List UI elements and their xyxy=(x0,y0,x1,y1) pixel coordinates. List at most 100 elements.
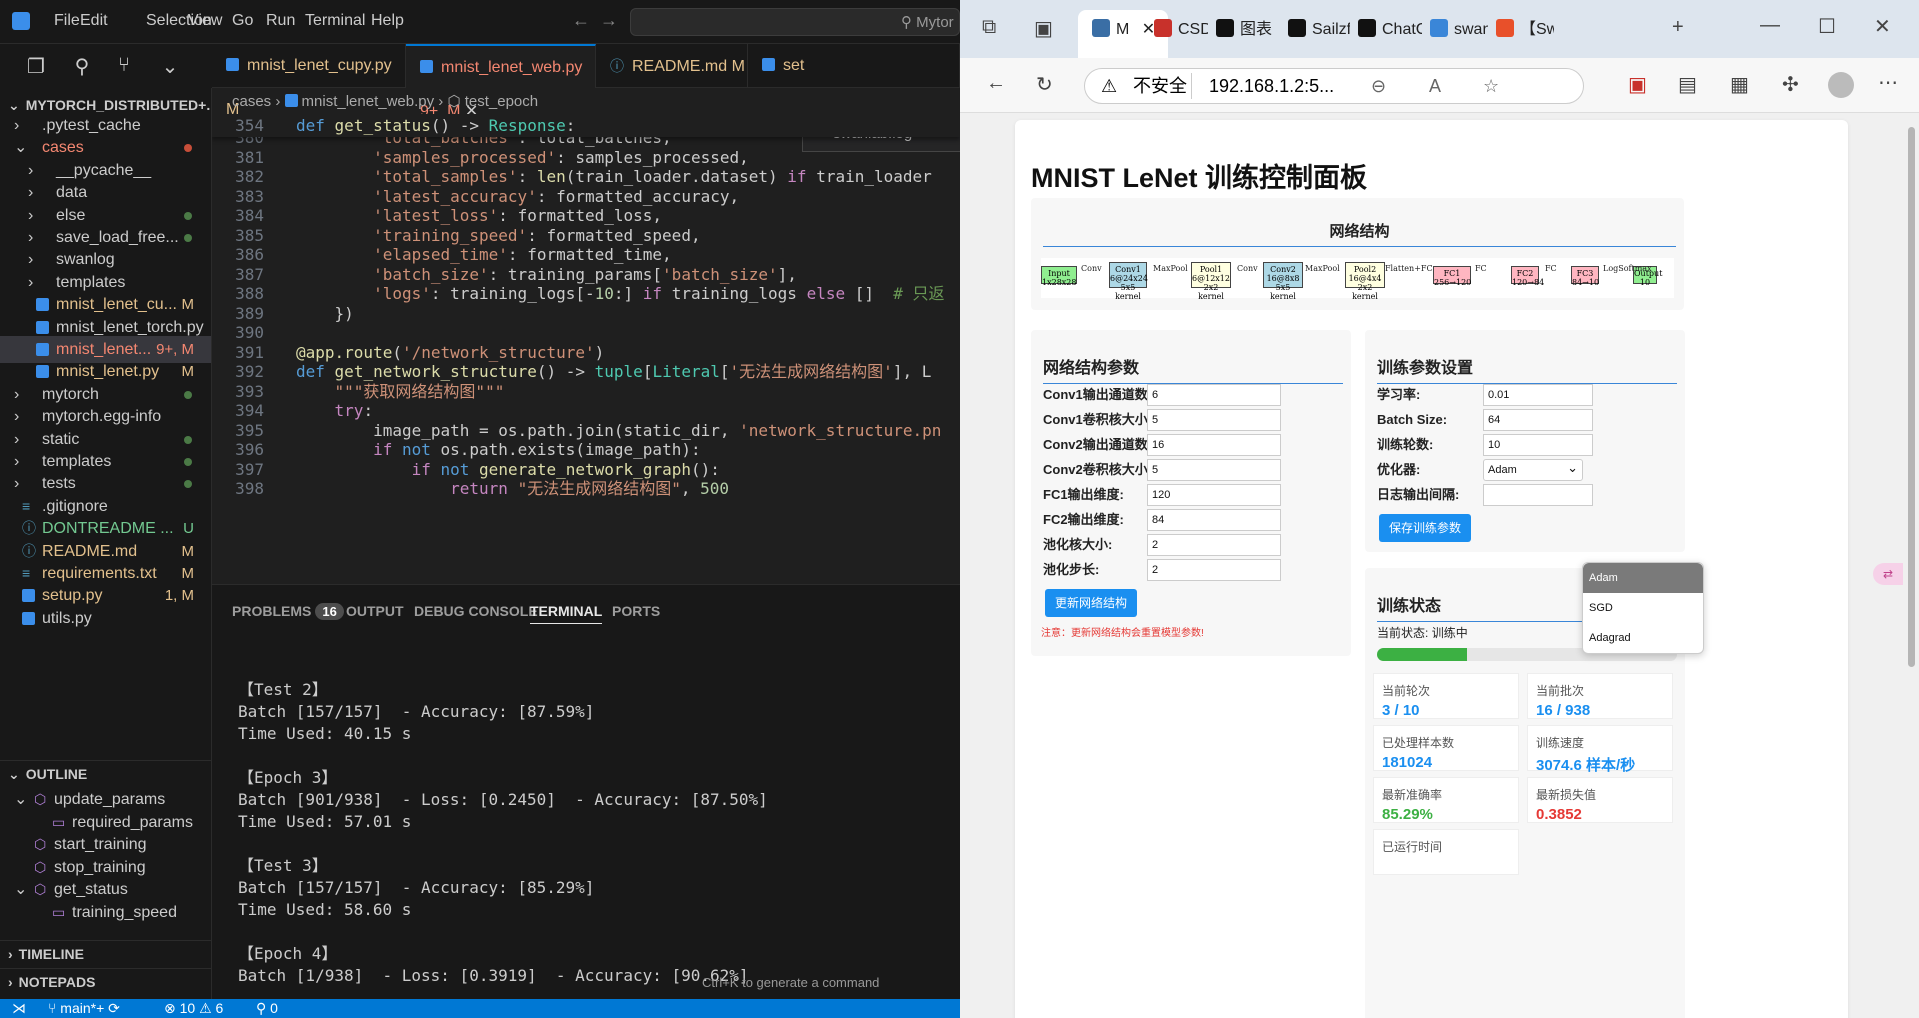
outline-item[interactable]: ▭ training_speed xyxy=(0,899,211,926)
optimizer-option[interactable]: Adam xyxy=(1583,563,1703,593)
panel-tab-problems[interactable]: PROBLEMS 16 xyxy=(232,603,344,620)
editor-tab[interactable]: set xyxy=(748,44,960,88)
maximize-icon[interactable]: ☐ xyxy=(1818,14,1836,39)
menu-help[interactable]: Help xyxy=(371,12,404,30)
back-icon[interactable]: ← xyxy=(986,72,1006,95)
source-control-icon[interactable]: ⑂ xyxy=(112,54,136,78)
zoom-icon[interactable]: ⊖ xyxy=(1371,69,1386,103)
browser-tab[interactable]: 图表 xyxy=(1210,14,1280,46)
new-tab-icon[interactable]: + xyxy=(1672,16,1684,39)
train-param-input[interactable]: 64 xyxy=(1483,409,1593,431)
browser-tab[interactable]: ChatC xyxy=(1352,14,1422,46)
line-number: 398 xyxy=(235,479,264,498)
net-param-input[interactable]: 2 xyxy=(1147,559,1281,581)
git-status-dot xyxy=(184,390,192,399)
search-icon[interactable]: ⚲ xyxy=(70,54,94,78)
remote-icon[interactable]: ⋊ xyxy=(12,999,26,1018)
panel-tab-output[interactable]: OUTPUT xyxy=(346,603,404,619)
editor-tab[interactable]: ⓘ README.md M xyxy=(596,44,748,88)
menu-run[interactable]: Run xyxy=(266,12,295,30)
stat-label: 当前轮次 xyxy=(1382,684,1431,698)
ports-status[interactable]: ⚲ 0 xyxy=(256,999,278,1018)
panel-tab-ports[interactable]: PORTS xyxy=(612,603,660,619)
notepads-header[interactable]: › NOTEPADS xyxy=(0,968,211,994)
train-param-input[interactable]: 0.01 xyxy=(1483,384,1593,406)
close-icon[interactable]: ✕ xyxy=(1874,14,1891,39)
back-arrow-icon[interactable]: ← xyxy=(572,10,590,31)
browser-tab[interactable]: CSDN xyxy=(1148,14,1208,46)
menu-view[interactable]: View xyxy=(188,12,222,30)
tab-actions-icon[interactable]: ▣ xyxy=(1034,16,1053,41)
code-text: return "无法生成网络结构图", 500 xyxy=(450,479,730,498)
url-box[interactable]: ⚠ 不安全 192.168.1.2:5... ⊖ A ☆ xyxy=(1084,68,1584,104)
explorer-icon[interactable]: ❐ xyxy=(24,54,48,78)
chevron-down-icon[interactable]: ⌄ xyxy=(158,54,182,78)
more-menu-icon[interactable]: ⋯ xyxy=(1878,70,1898,95)
branch-status[interactable]: ⑂ main*+ ⟳ xyxy=(48,999,120,1018)
optimizer-select[interactable]: Adam ⌄ xyxy=(1483,459,1583,481)
train-param-label: Batch Size: xyxy=(1377,412,1448,427)
minimize-icon[interactable]: — xyxy=(1760,14,1780,37)
extensions-icon[interactable]: ✣ xyxy=(1782,72,1799,97)
menu-file[interactable]: File xyxy=(54,12,80,30)
profile-avatar[interactable] xyxy=(1828,72,1854,98)
browser-tab[interactable]: 【Sw xyxy=(1490,14,1554,46)
breadcrumb-item[interactable]: test_epoch xyxy=(465,93,538,110)
train-param-input[interactable]: 10 xyxy=(1483,434,1593,456)
reading-icon[interactable]: ▤ xyxy=(1678,72,1697,97)
scrollbar-thumb[interactable] xyxy=(1908,127,1915,667)
python-file-icon xyxy=(284,94,298,107)
url-text[interactable]: 192.168.1.2:5... xyxy=(1209,69,1334,103)
timeline-header[interactable]: › TIMELINE xyxy=(0,940,211,966)
update-network-button[interactable]: 更新网络结构 xyxy=(1045,589,1137,617)
tab-label: set xyxy=(783,57,805,74)
breadcrumb-item[interactable]: mnist_lenet_web.py xyxy=(302,93,435,110)
editor-tab[interactable]: mnist_lenet_web.py 9+, M ✕ xyxy=(406,44,596,120)
page-scrollbar[interactable] xyxy=(1904,113,1919,1018)
panel-tab-terminal[interactable]: TERMINAL xyxy=(530,603,603,624)
net-param-input[interactable]: 84 xyxy=(1147,509,1281,531)
net-param-input[interactable]: 5 xyxy=(1147,409,1281,431)
read-aloud-icon[interactable]: A xyxy=(1429,69,1441,103)
net-param-input[interactable]: 16 xyxy=(1147,434,1281,456)
nn-node-label: 6@12x12 xyxy=(1192,274,1230,283)
translate-icon[interactable]: ▣ xyxy=(1628,72,1647,97)
net-param-input[interactable]: 5 xyxy=(1147,459,1281,481)
train-params-section: 训练参数设置 学习率: 0.01 Batch Size: 64 训练轮数: 10 优化器: A… xyxy=(1365,330,1685,552)
insecure-label[interactable]: 不安全 xyxy=(1133,69,1187,103)
forward-arrow-icon[interactable]: → xyxy=(600,10,618,31)
net-param-input[interactable]: 2 xyxy=(1147,534,1281,556)
favorite-star-icon[interactable]: ☆ xyxy=(1483,69,1499,103)
breadcrumb-item[interactable]: cases xyxy=(232,93,271,110)
terminal-line: Batch [157/157] - Accuracy: [87.59%] xyxy=(238,702,595,721)
browser-tab[interactable]: swan xyxy=(1424,14,1488,46)
tree-item[interactable]: utils.py xyxy=(0,605,211,632)
terminal-hint: Ctrl+K to generate a command xyxy=(702,975,880,990)
menu-edit[interactable]: Edit xyxy=(80,12,108,30)
menu-go[interactable]: Go xyxy=(232,12,253,30)
qr-code-icon[interactable]: ▦ xyxy=(1730,72,1749,97)
translate-float-icon[interactable]: ⇄ xyxy=(1873,563,1903,585)
problems-status[interactable]: ⊗ 10 ⚠ 6 xyxy=(164,999,223,1018)
code-view[interactable]: 354 def get_status() -> Response: 380 'tot… xyxy=(212,114,960,584)
net-param-input[interactable]: 120 xyxy=(1147,484,1281,506)
editor-tab[interactable]: mnist_lenet_cupy.py M xyxy=(212,44,406,118)
nn-edge-label: Conv xyxy=(1081,264,1102,273)
save-train-params-button[interactable]: 保存训练参数 xyxy=(1379,514,1471,542)
train-param-input[interactable] xyxy=(1483,484,1593,506)
workspaces-icon[interactable]: ⧉ xyxy=(982,16,996,39)
net-param-input[interactable]: 6 xyxy=(1147,384,1281,406)
command-center[interactable]: ⚲ Mytor xyxy=(630,8,960,36)
optimizer-option[interactable]: Adagrad xyxy=(1583,623,1703,653)
breadcrumb[interactable]: cases › mnist_lenet_web.py › ⬡ test_epoc… xyxy=(232,92,538,110)
terminal-output[interactable]: 【Test 2】 Batch [157/157] - Accuracy: [87.… xyxy=(238,657,768,987)
optimizer-option[interactable]: SGD xyxy=(1583,593,1703,623)
menu-terminal[interactable]: Terminal xyxy=(305,12,365,30)
browser-tab-label: Sailzf xyxy=(1312,21,1350,38)
browser-tab[interactable]: Sailzf xyxy=(1282,14,1350,46)
outline-header[interactable]: ⌄ OUTLINE xyxy=(0,760,211,786)
refresh-icon[interactable]: ↻ xyxy=(1036,72,1053,97)
panel-tab-debug-console[interactable]: DEBUG CONSOLE xyxy=(414,603,538,619)
search-icon: ⚲ xyxy=(901,14,912,31)
